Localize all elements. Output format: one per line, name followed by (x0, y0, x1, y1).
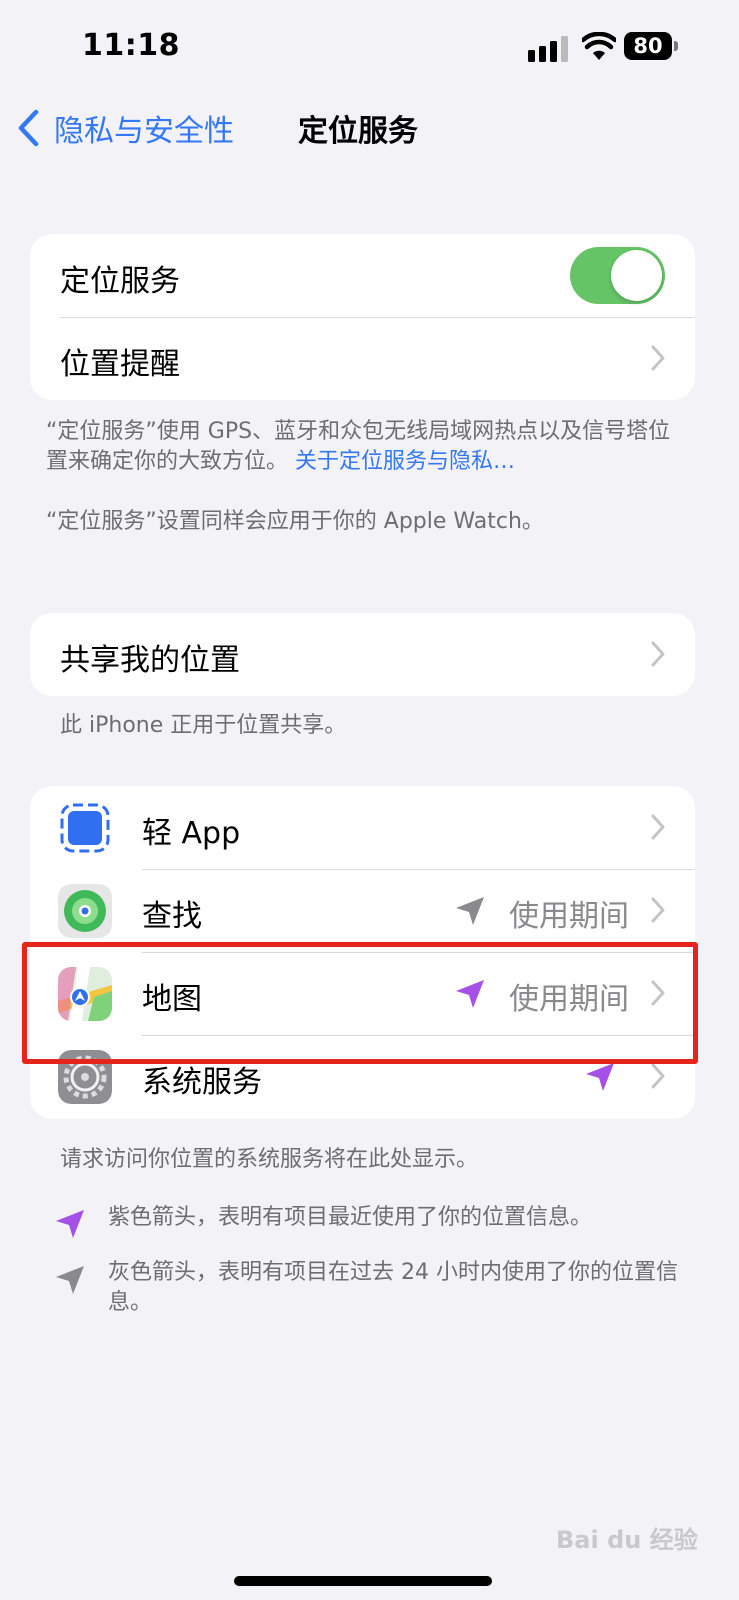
location-alerts-row[interactable]: 位置提醒 (30, 317, 695, 400)
location-services-card: 定位服务 位置提醒 (30, 234, 695, 400)
chevron-right-icon (651, 641, 665, 667)
location-alerts-label: 位置提醒 (60, 347, 180, 382)
permission-value: 使用期间 (509, 899, 629, 934)
share-location-card: 共享我的位置 (30, 613, 695, 696)
location-services-label: 定位服务 (60, 264, 180, 299)
back-chevron-icon[interactable] (16, 108, 40, 148)
share-my-location-label: 共享我的位置 (60, 643, 240, 678)
purple-arrow-legend: 紫色箭头，表明有项目最近使用了你的位置信息。 (108, 1205, 593, 1230)
location-services-row: 定位服务 (30, 234, 695, 317)
app-clip-icon (58, 801, 112, 855)
app-row-find-my[interactable]: 查找 使用期间 (30, 869, 695, 952)
app-row-light-app[interactable]: 轻 App (30, 786, 695, 869)
apple-watch-footnote: “定位服务”设置同样会应用于你的 Apple Watch。 (46, 509, 544, 534)
battery-level: 80 (624, 32, 672, 60)
location-arrow-gray-icon (456, 897, 484, 925)
chevron-right-icon (651, 1063, 665, 1089)
find-my-icon (58, 884, 112, 938)
status-time: 11:18 (82, 28, 180, 63)
share-note: 此 iPhone 正用于位置共享。 (60, 713, 347, 738)
privacy-link[interactable]: 关于定位服务与隐私… (295, 449, 515, 474)
page-title: 定位服务 (298, 114, 418, 149)
system-services-note: 请求访问你位置的系统服务将在此处显示。 (60, 1147, 479, 1172)
location-services-toggle[interactable] (570, 247, 665, 304)
location-arrow-purple-icon (56, 1210, 84, 1238)
watermark: Bai du 经验 (556, 1526, 698, 1554)
home-indicator[interactable] (234, 1576, 492, 1586)
share-my-location-row[interactable]: 共享我的位置 (30, 613, 695, 696)
chevron-right-icon (651, 814, 665, 840)
wifi-icon (582, 32, 616, 60)
location-arrow-gray-icon (56, 1266, 84, 1294)
highlight-box (22, 942, 698, 1064)
battery-icon: 80 (624, 32, 680, 62)
chevron-right-icon (651, 897, 665, 923)
location-services-footnote: “定位服务”使用 GPS、蓝牙和众包无线局域网热点以及信号塔位置来确定你的大致方… (46, 419, 671, 474)
chevron-right-icon (651, 345, 665, 371)
cellular-signal-icon (528, 36, 568, 62)
back-button[interactable]: 隐私与安全性 (54, 106, 234, 150)
gray-arrow-legend: 灰色箭头，表明有项目在过去 24 小时内使用了你的位置信息。 (108, 1260, 678, 1315)
app-name: 轻 App (142, 816, 241, 851)
app-name: 查找 (142, 899, 202, 934)
location-arrow-purple-icon (586, 1063, 614, 1091)
